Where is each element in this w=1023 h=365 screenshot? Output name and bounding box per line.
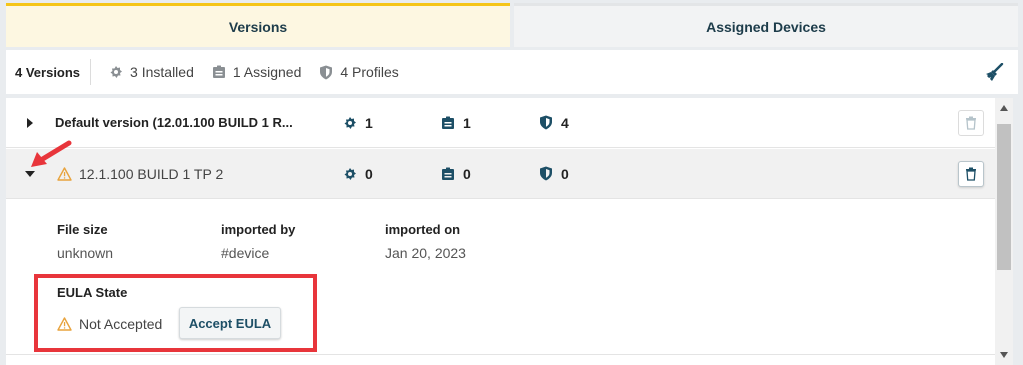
tab-bar: Versions Assigned Devices: [6, 3, 1018, 47]
assigned-metric: 0: [441, 166, 471, 182]
assigned-metric: 1: [441, 115, 471, 131]
file-size-value: unknown: [57, 245, 114, 261]
installed-value: 1: [365, 114, 373, 131]
profiles-metric: 0: [539, 166, 569, 182]
installed-value: 0: [365, 165, 373, 182]
delete-button[interactable]: [958, 109, 984, 136]
imported-by-value: #device: [221, 245, 270, 261]
assigned-label: 1 Assigned: [232, 64, 302, 80]
assigned-value: 1: [463, 114, 471, 131]
imported-on-label: imported on: [385, 222, 461, 237]
shield-icon: [540, 166, 552, 181]
installed-metric: 1: [343, 115, 373, 131]
profiles-value: 0: [561, 165, 569, 182]
trash-icon: [966, 167, 976, 181]
file-size-label: File size: [57, 222, 108, 237]
broom-icon[interactable]: [984, 62, 1004, 83]
scrollbar[interactable]: [995, 98, 1013, 365]
version-row[interactable]: 12.1.100 BUILD 1 TP 2 0 0 0: [6, 149, 995, 199]
scrollbar-thumb[interactable]: [997, 124, 1011, 270]
puzzle-gear-icon: [110, 66, 123, 78]
scroll-up-icon[interactable]: [1000, 105, 1008, 111]
imported-by-label: imported by: [221, 222, 296, 237]
warning-triangle-icon: [57, 317, 72, 331]
summary-bar: 4 Versions 3 Installed 1 Assigned 4 Prof…: [6, 50, 1018, 94]
version-name: Default version (12.01.100 BUILD 1 R...: [55, 115, 293, 130]
eula-state-text: Not Accepted: [79, 316, 163, 332]
scroll-down-icon[interactable]: [1000, 352, 1008, 358]
imported-on-value: Jan 20, 2023: [385, 245, 466, 261]
shield-icon: [540, 115, 552, 130]
tab-versions[interactable]: Versions: [6, 3, 510, 47]
shield-icon: [320, 65, 333, 79]
profiles-value: 4: [561, 114, 569, 131]
delete-button[interactable]: [958, 160, 984, 187]
caret-right-icon[interactable]: [24, 117, 36, 129]
assigned-value: 0: [463, 165, 471, 182]
installed-metric: 0: [343, 166, 373, 182]
clipboard-icon: [442, 167, 454, 180]
version-row[interactable]: Default version (12.01.100 BUILD 1 R... …: [6, 98, 995, 148]
version-name-text: 12.1.100 BUILD 1 TP 2: [79, 165, 224, 182]
profiles-stat: 4 Profiles: [319, 64, 399, 80]
profiles-metric: 4: [539, 115, 569, 131]
warning-triangle-icon: [57, 166, 72, 181]
clipboard-icon: [212, 65, 225, 78]
accept-eula-button[interactable]: Accept EULA: [179, 307, 281, 339]
tab-assigned-devices[interactable]: Assigned Devices: [514, 3, 1018, 47]
puzzle-gear-icon: [344, 116, 356, 129]
assigned-stat: 1 Assigned: [212, 64, 302, 80]
eula-state-label: EULA State: [57, 285, 128, 300]
profiles-label: 4 Profiles: [340, 64, 399, 80]
version-name: 12.1.100 BUILD 1 TP 2: [57, 166, 223, 182]
installed-label: 3 Installed: [130, 64, 194, 80]
puzzle-gear-icon: [344, 167, 356, 180]
trash-icon: [966, 116, 976, 130]
installed-stat: 3 Installed: [109, 64, 194, 80]
clipboard-icon: [442, 116, 454, 129]
caret-down-icon[interactable]: [24, 168, 36, 180]
versions-count: 4 Versions: [15, 64, 81, 80]
divider: [90, 59, 92, 85]
eula-state-value: Not Accepted: [57, 316, 162, 332]
